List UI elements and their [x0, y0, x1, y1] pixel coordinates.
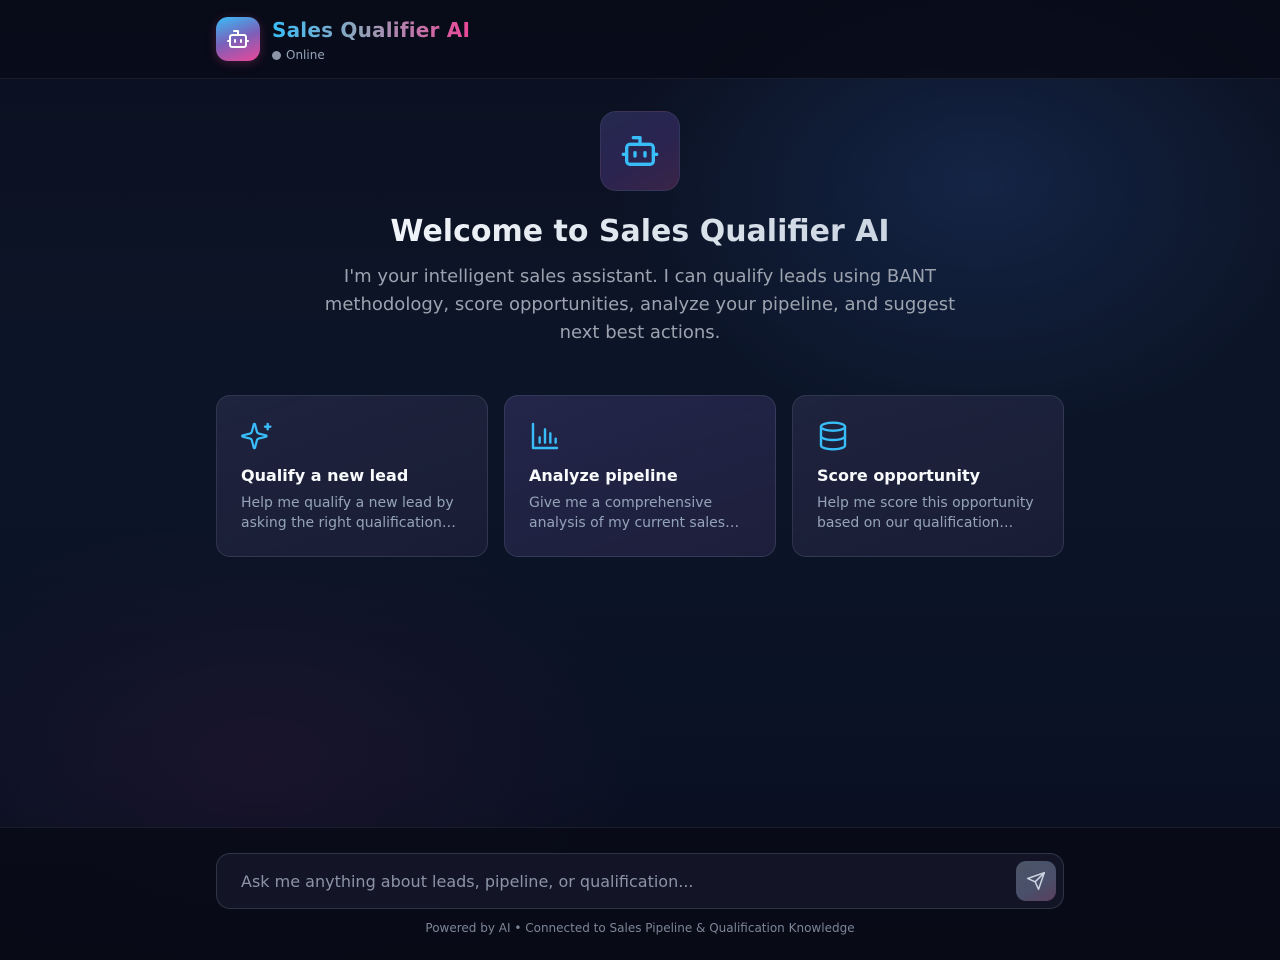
card-title: Score opportunity	[817, 466, 981, 485]
robot-icon	[227, 30, 249, 48]
card-description: Help me qualify a new lead by asking the…	[241, 495, 454, 531]
suggestion-cards: Qualify a new lead Help me qualify a new…	[216, 395, 1064, 557]
database-icon	[819, 421, 847, 451]
suggestion-card-analyze-pipeline[interactable]: Analyze pipeline Give me a comprehensive…	[504, 395, 776, 557]
composer	[216, 853, 1064, 909]
hero-bot-badge	[600, 111, 680, 191]
status-dot	[272, 50, 281, 60]
logo-badge	[216, 17, 260, 61]
composer-footer: Powered by AI • Connected to Sales Pipel…	[0, 827, 1280, 960]
app-title: Sales Qualifier AI	[272, 18, 471, 42]
card-description: Help me score this opportunity based on …	[817, 495, 1034, 531]
send-button[interactable]	[1016, 861, 1056, 901]
robot-icon	[621, 136, 659, 166]
card-title: Analyze pipeline	[529, 466, 678, 485]
chat-input[interactable]	[217, 854, 1007, 908]
brand: Sales Qualifier AI Online	[216, 17, 470, 63]
footer-note: Powered by AI • Connected to Sales Pipel…	[425, 921, 855, 935]
bar-chart-icon	[531, 422, 559, 450]
sparkles-icon	[241, 422, 272, 450]
brand-text: Sales Qualifier AI Online	[272, 17, 470, 62]
status-label: Online	[286, 48, 325, 62]
status-indicator: Online	[272, 48, 470, 62]
app-header: Sales Qualifier AI Online	[0, 0, 1280, 79]
card-description: Give me a comprehensive analysis of my c…	[529, 495, 726, 531]
card-title: Qualify a new lead	[241, 466, 409, 485]
suggestion-card-qualify-lead[interactable]: Qualify a new lead Help me qualify a new…	[216, 395, 488, 557]
suggestion-card-score-opportunity[interactable]: Score opportunity Help me score this opp…	[792, 395, 1064, 557]
send-icon	[1026, 871, 1046, 891]
welcome-title-text: Welcome to Sales Qualifier AI	[390, 214, 890, 249]
welcome-subtitle: I'm your intelligent sales assistant. I …	[324, 266, 956, 343]
welcome-title: Welcome to Sales Qualifier AI	[0, 212, 1280, 252]
